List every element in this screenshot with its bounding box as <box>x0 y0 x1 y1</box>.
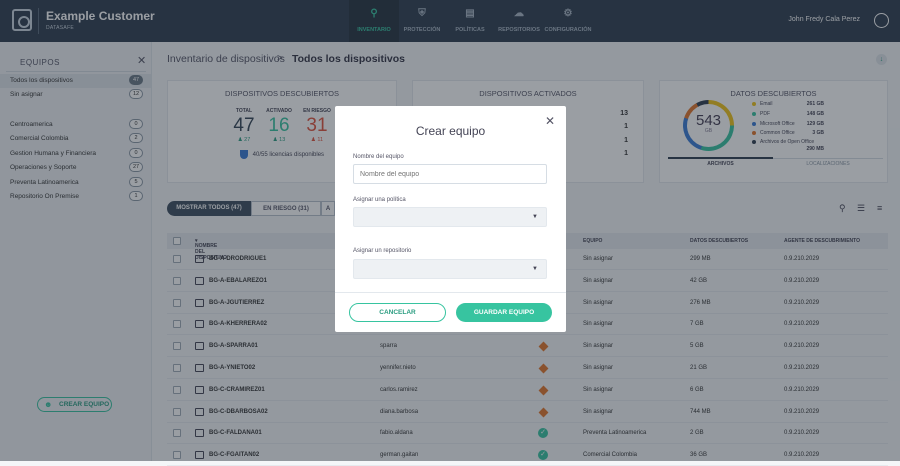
close-icon[interactable]: ✕ <box>545 114 555 128</box>
create-team-modal: Crear equipo ✕ Nombre del equipo Asignar… <box>335 106 566 332</box>
policy-select[interactable]: ▼ <box>353 207 547 227</box>
team-name-input[interactable] <box>353 164 547 184</box>
data-unit: GB <box>704 128 713 134</box>
cancel-button[interactable]: CANCELAR <box>349 303 446 322</box>
repository-label: Asignar un repositorio <box>353 248 412 254</box>
policy-label: Asignar una política <box>353 197 406 203</box>
repository-select[interactable]: ▼ <box>353 259 547 279</box>
divider <box>335 292 566 293</box>
data-total: 543 <box>695 112 722 129</box>
chevron-down-icon: ▼ <box>532 266 538 272</box>
team-name-label: Nombre del equipo <box>353 154 404 160</box>
chevron-down-icon: ▼ <box>532 214 538 220</box>
save-team-button[interactable]: GUARDAR EQUIPO <box>456 303 552 322</box>
modal-title: Crear equipo <box>415 124 486 138</box>
